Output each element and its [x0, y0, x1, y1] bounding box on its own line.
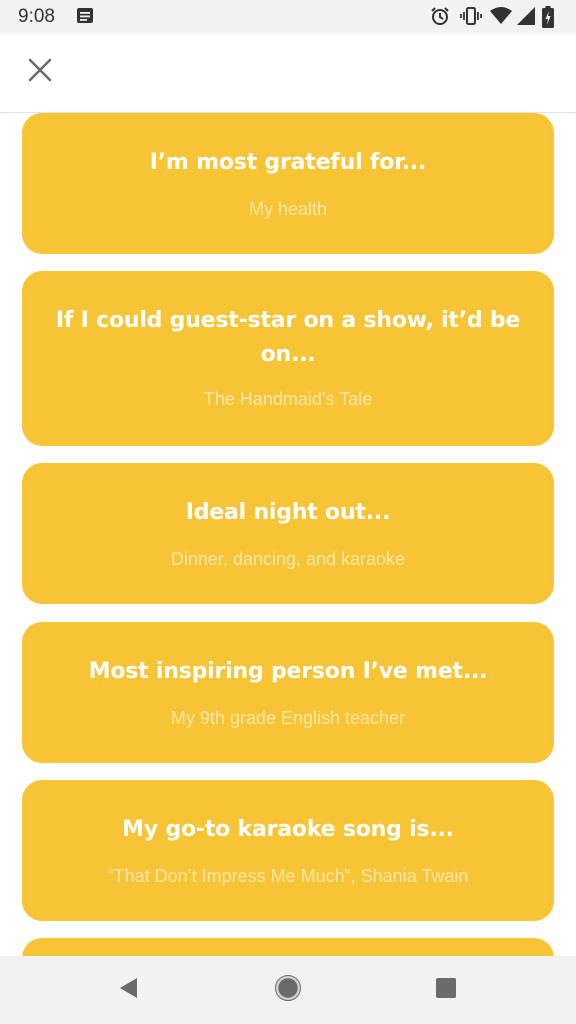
close-icon — [28, 58, 52, 87]
prompt-answer: My health — [248, 199, 328, 219]
prompt-answer: My 9th grade English teacher — [170, 708, 406, 728]
prompt-question: Ideal night out... — [185, 500, 391, 525]
prompt-card[interactable]: Most inspiring person I’ve met... My 9th… — [22, 622, 554, 763]
app-header — [0, 34, 576, 113]
vibrate-icon — [460, 6, 482, 31]
alarm-icon — [430, 6, 450, 31]
notification-icon — [76, 6, 94, 31]
recents-icon — [435, 977, 457, 1004]
battery-icon — [542, 6, 554, 33]
prompt-answer: “That Don’t Impress Me Much”, Shania Twa… — [107, 866, 469, 886]
prompt-question: I’m most grateful for... — [149, 150, 427, 175]
prompt-question: My go-to karaoke song is... — [122, 817, 454, 842]
prompt-question: Most inspiring person I’ve met... — [88, 659, 488, 684]
status-bar: 9:08 — [0, 0, 576, 34]
home-button[interactable] — [272, 974, 304, 1006]
prompt-answer: The Handmaid’s Tale — [203, 389, 373, 409]
back-button[interactable] — [112, 974, 144, 1006]
wifi-icon — [490, 6, 512, 31]
prompt-card[interactable]: I’m most grateful for... My health — [22, 113, 554, 254]
signal-icon — [516, 6, 536, 31]
close-button[interactable] — [20, 52, 60, 92]
prompts-list[interactable]: I’m most grateful for... My health If I … — [0, 113, 576, 956]
navigation-bar — [0, 956, 576, 1024]
prompt-card[interactable]: If I could guest-star on a show, it’d be… — [22, 271, 554, 446]
status-time: 9:08 — [18, 6, 55, 27]
recents-button[interactable] — [430, 974, 462, 1006]
prompt-question: If I could guest-star on a show, it’d be… — [55, 308, 521, 367]
prompt-card[interactable]: Ideal night out... Dinner, dancing, and … — [22, 463, 554, 604]
prompt-card-partial[interactable] — [22, 938, 554, 956]
prompt-answer: Dinner, dancing, and karaoke — [170, 549, 406, 569]
home-icon — [274, 974, 302, 1007]
back-icon — [117, 976, 139, 1005]
prompt-card[interactable]: My go-to karaoke song is... “That Don’t … — [22, 780, 554, 921]
